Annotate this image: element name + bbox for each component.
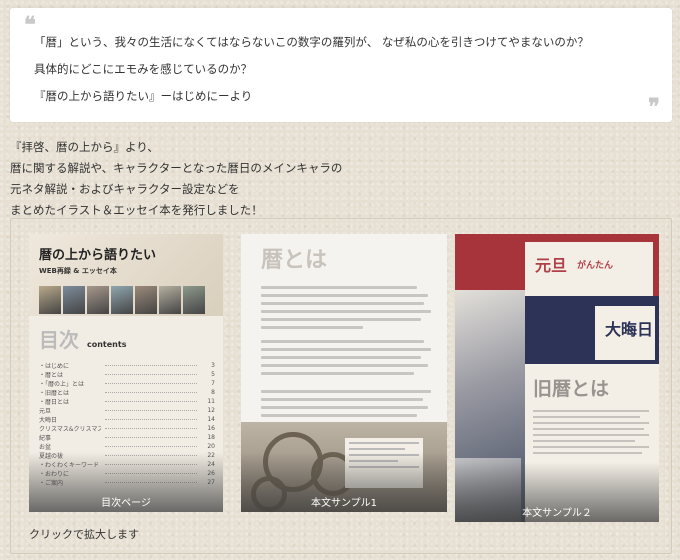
toc-row-page: 11 (207, 398, 215, 405)
toc-subtitle: contents (87, 340, 127, 349)
toc-row-page: 12 (207, 407, 215, 414)
toc-row-label: ・旧暦とは (39, 390, 70, 397)
toc-row: 紀事 18 (39, 433, 215, 442)
toc-row-label: ・はじめに (39, 363, 70, 370)
toc-row-leader (105, 410, 197, 411)
toc-row-page: 18 (207, 434, 215, 441)
toc-row-leader (105, 419, 197, 420)
toc-title: 目次 (39, 328, 79, 352)
click-to-enlarge-hint: クリックで拡大します (29, 528, 139, 541)
image-gallery: 暦の上から語りたい WEB再録 & エッセイ本 目次 contents ・はじめ… (10, 218, 672, 554)
sample-label-ganten: 元旦 (535, 256, 568, 275)
text-block (261, 390, 431, 422)
close-quote-icon: ❞ (648, 94, 660, 120)
character-portrait (39, 286, 61, 314)
quote-block: ❝ 「暦」という、我々の生活になくてはならないこの数字の羅列が、 なぜ私の心を引… (10, 8, 672, 122)
toc-row-label: ・暦とは (39, 372, 64, 379)
toc-row-page: 16 (207, 425, 215, 432)
toc-row-page: 7 (211, 380, 215, 387)
toc-row-label: ・「暦の上」とは (39, 381, 85, 388)
text-block (261, 340, 431, 380)
description-line: 暦に関する解説や、キャラクターとなった暦日のメインキャラの (10, 161, 343, 175)
toc-row-label: 紀事 (39, 435, 52, 442)
toc-row-page: 20 (207, 443, 215, 450)
toc-row-page: 3 (211, 362, 215, 369)
character-portrait (111, 286, 133, 314)
quote-line-3: 『暦の上から語りたい』ーはじめにーより (34, 89, 253, 103)
toc-row-leader (105, 437, 197, 438)
thumb-caption: 本文サンプル1 (241, 452, 447, 512)
toc-row-page: 5 (211, 371, 215, 378)
toc-row-leader (105, 401, 197, 402)
gallery-thumb-sample-2[interactable]: 元旦 がんたん 大晦日 旧暦とは 本文サンプル２ (455, 234, 659, 522)
sample-label-omisoka: 大晦日 (605, 320, 654, 339)
description-line: 元ネタ解説・およびキャラクター設定などを (10, 182, 240, 196)
toc-row-page: 14 (207, 416, 215, 423)
toc-row: クリスマス&クリスマスイブ 16 (39, 424, 215, 433)
character-portrait (183, 286, 205, 314)
toc-row-label: 大晦日 (39, 417, 58, 424)
toc-row-leader (105, 392, 197, 393)
toc-row-page: 8 (211, 389, 215, 396)
toc-row-label: お盆 (39, 444, 52, 451)
toc-row-leader (105, 446, 197, 447)
description-text: 『拝啓、暦の上から』より、 暦に関する解説や、キャラクターとなった暦日のメインキ… (10, 137, 342, 221)
toc-row-leader (105, 365, 197, 366)
character-portrait (159, 286, 181, 314)
toc-row: 元旦 12 (39, 406, 215, 415)
text-block (261, 286, 431, 334)
toc-row: ・暦とは 5 (39, 370, 215, 379)
gallery-thumb-toc[interactable]: 暦の上から語りたい WEB再録 & エッセイ本 目次 contents ・はじめ… (29, 234, 223, 512)
toc-row-leader (105, 383, 197, 384)
book-subtitle: WEB再録 & エッセイ本 (39, 267, 117, 275)
character-portrait (87, 286, 109, 314)
text-block (533, 410, 649, 458)
sample-heading: 暦とは (261, 247, 328, 273)
quote-line-2: 具体的にどこにエモみを感じているのか？ (34, 62, 253, 76)
thumb-caption: 目次ページ (29, 452, 223, 512)
open-quote-icon: ❝ (24, 12, 36, 38)
character-portraits (39, 286, 205, 314)
toc-row-label: クリスマス&クリスマスイブ (39, 426, 101, 433)
toc-row: ・暦日とは 11 (39, 397, 215, 406)
toc-row: ・はじめに 3 (39, 361, 215, 370)
toc-row: お盆 20 (39, 442, 215, 451)
gallery-thumb-sample-1[interactable]: 暦とは 本文サンプル1 (241, 234, 447, 512)
book-title: 暦の上から語りたい (39, 248, 157, 263)
toc-row-leader (105, 428, 197, 429)
sample-label-reading: がんたん (577, 261, 614, 271)
sample-label-kyureki: 旧暦とは (533, 378, 610, 400)
toc-row: ・旧暦とは 8 (39, 388, 215, 397)
toc-row: 大晦日 14 (39, 415, 215, 424)
character-portrait (63, 286, 85, 314)
toc-row-leader (105, 374, 197, 375)
character-portrait (135, 286, 157, 314)
thumb-caption: 本文サンプル２ (455, 462, 659, 522)
quote-line-1: 「暦」という、我々の生活になくてはならないこの数字の羅列が、 なぜ私の心を引きつ… (34, 35, 589, 49)
toc-row-label: ・暦日とは (39, 399, 70, 406)
toc-row-label: 元旦 (39, 408, 52, 415)
description-line: 『拝啓、暦の上から』より、 (10, 140, 159, 154)
toc-row: ・「暦の上」とは 7 (39, 379, 215, 388)
